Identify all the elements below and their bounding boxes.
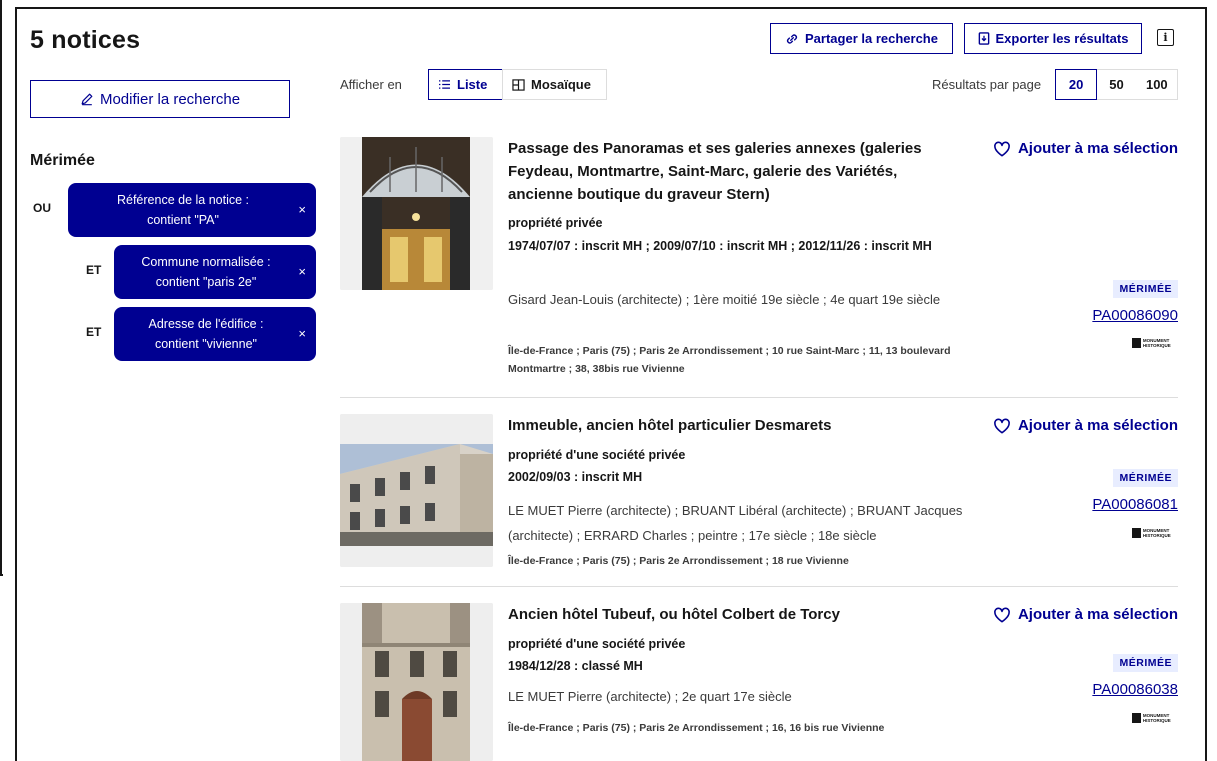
monument-historique-logo: MONUMENT HISTORIQUE <box>1132 713 1178 723</box>
filter-line: contient "paris 2e" <box>155 275 257 289</box>
results-per-page-selector: 20 50 100 <box>1055 69 1178 100</box>
heart-icon <box>994 418 1010 433</box>
filter-section-title: Mérimée <box>30 152 95 169</box>
add-to-selection-button[interactable]: Ajouter à ma sélection <box>993 417 1178 434</box>
add-to-selection-button[interactable]: Ajouter à ma sélection <box>993 606 1178 623</box>
result-protection: 2002/09/03 : inscrit MH <box>508 470 643 484</box>
monument-historique-text: MONUMENT HISTORIQUE <box>1142 338 1171 348</box>
result-address: Île-de-France ; Paris (75) ; Paris 2e Ar… <box>508 722 885 734</box>
result-title[interactable]: Immeuble, ancien hôtel particulier Desma… <box>508 414 948 437</box>
filter-line: contient "vivienne" <box>154 337 257 351</box>
result-title[interactable]: Ancien hôtel Tubeuf, ou hôtel Colbert de… <box>508 603 948 626</box>
monument-historique-mark <box>1132 713 1141 723</box>
close-icon[interactable]: × <box>298 262 306 282</box>
result-description: LE MUET Pierre (architecte) ; 2e quart 1… <box>508 689 792 704</box>
result-thumbnail[interactable] <box>340 414 493 567</box>
result-item: Ancien hôtel Tubeuf, ou hôtel Colbert de… <box>340 603 1178 761</box>
monument-historique-mark <box>1132 338 1141 348</box>
result-item: Passage des Panoramas et ses galeries an… <box>340 137 1178 387</box>
filter-chip[interactable]: Référence de la notice : contient "PA" × <box>68 183 316 237</box>
source-badge: MÉRIMÉE <box>1113 654 1178 672</box>
view-list-toggle[interactable]: Liste <box>428 69 503 100</box>
per-page-option-50[interactable]: 50 <box>1096 70 1136 99</box>
monument-historique-logo: MONUMENT HISTORIQUE <box>1132 338 1178 348</box>
monument-historique-text: MONUMENT HISTORIQUE <box>1142 528 1171 538</box>
result-protection: 1984/12/28 : classé MH <box>508 659 643 673</box>
add-to-selection-label: Ajouter à ma sélection <box>1017 606 1178 623</box>
result-title[interactable]: Passage des Panoramas et ses galeries an… <box>508 137 948 206</box>
view-mosaic-label: Mosaïque <box>531 77 591 92</box>
share-search-button[interactable]: Partager la recherche <box>770 23 953 54</box>
display-mode-label: Afficher en <box>340 77 402 92</box>
grid-icon <box>512 78 525 91</box>
close-icon[interactable]: × <box>298 324 306 344</box>
share-search-label: Partager la recherche <box>805 31 938 46</box>
heart-icon <box>994 607 1010 622</box>
heart-icon <box>994 141 1010 156</box>
filter-line: Commune normalisée : <box>141 255 271 269</box>
result-description: LE MUET Pierre (architecte) ; BRUANT Lib… <box>508 503 963 543</box>
monument-historique-logo: MONUMENT HISTORIQUE <box>1132 528 1178 538</box>
modify-search-button[interactable]: Modifier la recherche <box>30 80 290 118</box>
view-list-label: Liste <box>457 77 488 92</box>
reference-link[interactable]: PA00086081 <box>1092 496 1178 513</box>
result-thumbnail[interactable] <box>340 137 493 290</box>
reference-link[interactable]: PA00086090 <box>1092 307 1178 324</box>
filter-operator: ET <box>86 325 102 339</box>
link-icon <box>786 33 798 44</box>
monument-historique-mark <box>1132 528 1141 538</box>
filter-line: Adresse de l'édifice : <box>148 317 264 331</box>
per-page-option-20[interactable]: 20 <box>1055 69 1098 100</box>
close-icon[interactable]: × <box>298 200 306 220</box>
info-icon[interactable]: i <box>1157 29 1174 46</box>
result-item: Immeuble, ancien hôtel particulier Desma… <box>340 414 1178 574</box>
filter-line: contient "PA" <box>147 213 219 227</box>
export-results-button[interactable]: Exporter les résultats <box>964 23 1142 54</box>
download-file-icon <box>978 32 989 45</box>
reference-link[interactable]: PA00086038 <box>1092 681 1178 698</box>
source-badge: MÉRIMÉE <box>1113 280 1178 298</box>
add-to-selection-button[interactable]: Ajouter à ma sélection <box>993 140 1178 157</box>
page-title: 5 notices <box>30 26 141 54</box>
monument-historique-text: MONUMENT HISTORIQUE <box>1142 713 1171 723</box>
view-mosaic-toggle[interactable]: Mosaïque <box>502 69 607 100</box>
filter-operator: OU <box>33 201 51 215</box>
add-to-selection-label: Ajouter à ma sélection <box>1017 417 1178 434</box>
result-separator <box>340 397 1178 398</box>
result-ownership: propriété d'une société privée <box>508 637 686 651</box>
list-icon <box>439 80 450 89</box>
source-badge: MÉRIMÉE <box>1113 469 1178 487</box>
pencil-icon <box>81 93 93 106</box>
result-separator <box>340 586 1178 587</box>
filter-chip[interactable]: Adresse de l'édifice : contient "vivienne… <box>114 307 316 361</box>
page-left-border <box>0 0 3 576</box>
results-per-page-label: Résultats par page <box>932 77 1042 92</box>
filter-chip[interactable]: Commune normalisée : contient "paris 2e" … <box>114 245 316 299</box>
result-ownership: propriété privée <box>508 216 603 230</box>
export-results-label: Exporter les résultats <box>995 31 1129 46</box>
add-to-selection-label: Ajouter à ma sélection <box>1017 140 1178 157</box>
result-address: Île-de-France ; Paris (75) ; Paris 2e Ar… <box>508 345 951 375</box>
result-description: Gisard Jean-Louis (architecte) ; 1ère mo… <box>508 292 941 307</box>
result-thumbnail[interactable] <box>340 603 493 761</box>
filter-line: Référence de la notice : <box>116 193 250 207</box>
result-protection: 1974/07/07 : inscrit MH ; 2009/07/10 : i… <box>508 239 932 253</box>
result-address: Île-de-France ; Paris (75) ; Paris 2e Ar… <box>508 555 849 567</box>
filter-operator: ET <box>86 263 102 277</box>
modify-search-label: Modifier la recherche <box>99 90 241 108</box>
result-ownership: propriété d'une société privée <box>508 448 686 462</box>
per-page-option-100[interactable]: 100 <box>1137 70 1177 99</box>
